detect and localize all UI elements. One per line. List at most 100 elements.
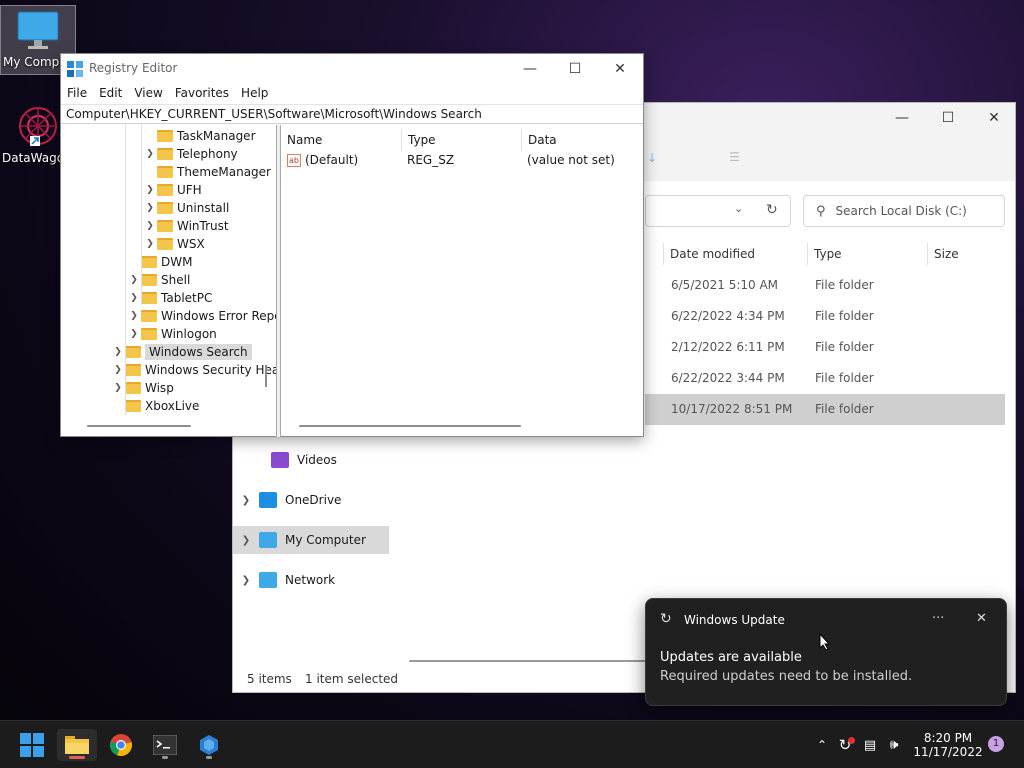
- tree-node[interactable]: ❯ TabletPC: [127, 289, 212, 307]
- menu-favorites[interactable]: Favorites: [169, 84, 235, 104]
- menu-file[interactable]: File: [61, 84, 93, 104]
- desktop-icon-label: DataWagon: [2, 151, 60, 165]
- chevron-right-icon[interactable]: ❯: [143, 221, 157, 231]
- menu-edit[interactable]: Edit: [93, 84, 128, 104]
- maximize-button[interactable]: ☐: [552, 54, 598, 84]
- notification-badge[interactable]: 1: [988, 736, 1004, 752]
- values-horizontal-scrollbar[interactable]: [299, 425, 521, 427]
- clock[interactable]: 8:20 PM 11/17/2022: [913, 721, 982, 768]
- search-icon: ⚲: [816, 203, 826, 219]
- volume-icon[interactable]: 🕪: [882, 737, 906, 753]
- tree-node[interactable]: ❯ WinTrust: [143, 217, 228, 235]
- tree-node[interactable]: ❯ UFH: [143, 181, 202, 199]
- sort-icon[interactable]: ↓: [647, 151, 657, 165]
- chevron-right-icon[interactable]: ❯: [127, 311, 141, 321]
- file-type: File folder: [815, 402, 874, 416]
- tree-node-label: Winlogon: [161, 327, 217, 341]
- column-header-name[interactable]: Name: [281, 129, 401, 151]
- nav-item-label: Network: [285, 573, 336, 587]
- regedit-titlebar[interactable]: Registry Editor — ☐ ✕: [61, 54, 643, 84]
- start-button[interactable]: [12, 729, 52, 761]
- chevron-right-icon[interactable]: ❯: [111, 347, 125, 357]
- chevron-right-icon[interactable]: ❯: [143, 149, 157, 159]
- nav-item[interactable]: Videos: [245, 446, 401, 474]
- maximize-button[interactable]: ☐: [925, 103, 971, 133]
- minimize-button[interactable]: —: [879, 103, 925, 133]
- chevron-right-icon[interactable]: ❯: [233, 575, 259, 586]
- tree-node[interactable]: ❯ Shell: [127, 271, 190, 289]
- tree-node-label: DWM: [161, 255, 193, 269]
- terminal-taskbar-button[interactable]: [145, 729, 185, 761]
- tree-node-label: UFH: [177, 183, 202, 197]
- onedrive-icon: [259, 492, 277, 508]
- menu-view[interactable]: View: [128, 84, 168, 104]
- nav-item[interactable]: ❯ Network: [233, 566, 389, 594]
- chevron-right-icon[interactable]: ❯: [127, 293, 141, 303]
- tree-node[interactable]: ❯ Uninstall: [143, 199, 229, 217]
- view-icon[interactable]: ☰: [729, 150, 740, 164]
- tree-node[interactable]: TaskManager: [143, 127, 256, 145]
- column-header-size[interactable]: Size: [927, 243, 1007, 265]
- chrome-taskbar-button[interactable]: [101, 729, 141, 761]
- folder-icon: [141, 256, 157, 268]
- chevron-right-icon[interactable]: ❯: [127, 329, 141, 339]
- registry-editor-window[interactable]: Registry Editor — ☐ ✕ File Edit View Fav…: [60, 53, 644, 437]
- close-button[interactable]: ✕: [597, 54, 643, 84]
- tree-node[interactable]: ❯ Wisp: [111, 379, 174, 397]
- tree-horizontal-scrollbar[interactable]: [87, 425, 191, 427]
- horizontal-scrollbar[interactable]: [409, 660, 649, 662]
- tree-node[interactable]: ❯ WSX: [143, 235, 204, 253]
- chevron-up-icon[interactable]: ⌃: [812, 738, 832, 752]
- tree-node[interactable]: ThemeManager: [143, 163, 271, 181]
- network-icon[interactable]: ▤: [858, 738, 882, 753]
- value-data: (value not set): [527, 153, 615, 167]
- menu-help[interactable]: Help: [235, 84, 274, 104]
- registry-path-bar[interactable]: Computer\HKEY_CURRENT_USER\Software\Micr…: [61, 104, 643, 124]
- app-taskbar-button[interactable]: [189, 729, 229, 761]
- folder-icon: [157, 202, 173, 214]
- chevron-down-icon[interactable]: ⌄: [734, 202, 743, 215]
- tree-node-label: Shell: [161, 273, 191, 287]
- clock-time: 8:20 PM: [923, 731, 973, 745]
- minimize-button[interactable]: —: [507, 54, 553, 84]
- tree-node[interactable]: ❯ Telephony: [143, 145, 237, 163]
- chevron-right-icon[interactable]: ❯: [143, 203, 157, 213]
- column-header-date[interactable]: Date modified: [663, 243, 807, 265]
- close-button[interactable]: ✕: [971, 103, 1017, 133]
- tree-node[interactable]: DWM: [127, 253, 192, 271]
- more-options-icon[interactable]: ···: [932, 611, 944, 626]
- address-bar[interactable]: ⌄ ↻: [645, 195, 791, 227]
- file-row[interactable]: 6/22/2022 4:34 PM File folder: [645, 301, 1005, 332]
- chevron-right-icon[interactable]: ❯: [127, 275, 141, 285]
- nav-item-label: OneDrive: [285, 493, 342, 507]
- file-row[interactable]: 2/12/2022 6:11 PM File folder: [645, 332, 1005, 363]
- file-row[interactable]: 6/5/2021 5:10 AM File folder: [645, 270, 1005, 301]
- nav-item[interactable]: ❯ My Computer: [233, 526, 389, 554]
- sync-alert-icon[interactable]: ↻: [832, 736, 858, 754]
- chevron-right-icon[interactable]: ❯: [233, 495, 259, 506]
- folder-icon: [157, 238, 173, 250]
- tree-node[interactable]: ❯ Windows Search: [111, 343, 252, 361]
- search-input[interactable]: ⚲ Search Local Disk (C:): [803, 195, 1005, 227]
- chevron-right-icon[interactable]: ❯: [233, 535, 259, 546]
- tree-node[interactable]: ❯ Winlogon: [127, 325, 217, 343]
- file-row[interactable]: 6/22/2022 3:44 PM File folder: [645, 363, 1005, 394]
- chevron-right-icon[interactable]: ❯: [143, 185, 157, 195]
- close-icon[interactable]: ✕: [976, 611, 987, 626]
- registry-tree: TaskManager ❯ Telephony ThemeManager ❯ UFH ❯ Un…: [61, 125, 277, 437]
- column-header-data[interactable]: Data: [521, 129, 643, 151]
- tree-node[interactable]: ❯ Windows Security Health: [111, 361, 276, 379]
- tree-node[interactable]: ❯ Windows Error Reporting: [127, 307, 276, 325]
- file-explorer-taskbar-button[interactable]: [57, 729, 97, 761]
- nav-item[interactable]: ❯ OneDrive: [233, 486, 389, 514]
- tree-vertical-scrollbar[interactable]: [265, 365, 267, 387]
- column-header-type[interactable]: Type: [807, 243, 927, 265]
- chevron-right-icon[interactable]: ❯: [111, 365, 125, 375]
- chevron-right-icon[interactable]: ❯: [143, 239, 157, 249]
- refresh-icon[interactable]: ↻: [766, 202, 778, 218]
- chevron-right-icon[interactable]: ❯: [111, 383, 125, 393]
- notification-toast[interactable]: ↻ Windows Update ··· ✕ Updates are avail…: [645, 598, 1007, 706]
- file-row[interactable]: 10/17/2022 8:51 PM File folder: [645, 394, 1005, 425]
- tree-node-label: Windows Search: [145, 344, 252, 360]
- column-header-type[interactable]: Type: [401, 129, 521, 151]
